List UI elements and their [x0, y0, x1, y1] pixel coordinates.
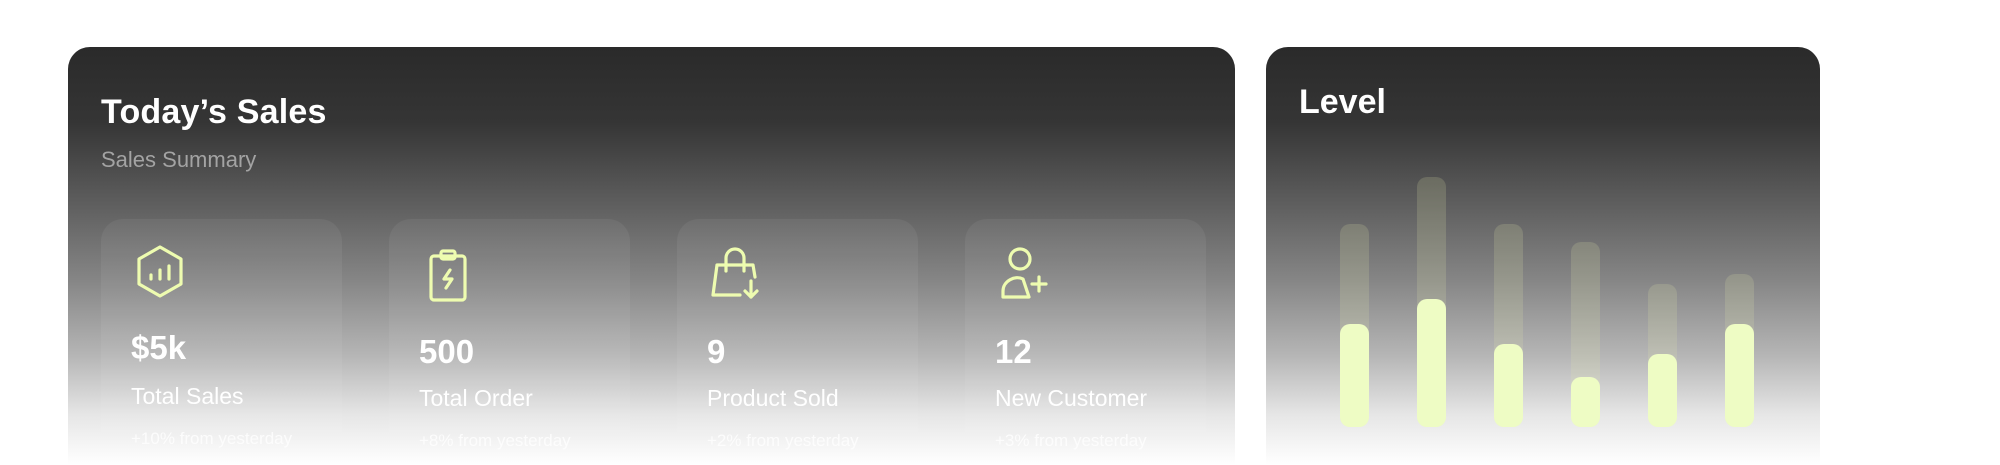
todays-sales-panel: Today’s Sales Sales Summary $5k Total Sa…: [68, 47, 1235, 465]
sales-subtitle: Sales Summary: [101, 147, 257, 172]
card-change: +8% from yesterday: [419, 431, 571, 450]
stat-card-new-customer[interactable]: 12 New Customer +3% from yesterday: [965, 219, 1206, 465]
level-bar[interactable]: [1340, 324, 1369, 427]
level-bar[interactable]: [1725, 324, 1754, 427]
shopping-bag-download-icon: [707, 245, 765, 303]
stat-card-total-order[interactable]: 500 Total Order +8% from yesterday: [389, 219, 630, 465]
level-panel: Level: [1266, 47, 1820, 465]
sales-title: Today’s Sales: [101, 93, 327, 131]
chart-hexagon-icon: [131, 243, 189, 301]
card-change: +10% from yesterday: [131, 429, 293, 448]
card-value: 12: [995, 333, 1032, 370]
card-label: Product Sold: [707, 385, 839, 411]
level-title: Level: [1299, 83, 1386, 121]
stat-card-total-sales[interactable]: $5k Total Sales +10% from yesterday: [101, 219, 342, 465]
card-value: $5k: [131, 329, 187, 366]
level-bar[interactable]: [1417, 299, 1446, 427]
card-label: New Customer: [995, 385, 1148, 411]
card-value: 500: [419, 333, 475, 370]
card-label: Total Order: [419, 385, 533, 411]
card-change: +3% from yesterday: [995, 431, 1147, 450]
card-label: Total Sales: [131, 383, 244, 409]
user-add-icon: [995, 245, 1053, 303]
clipboard-bolt-icon: [419, 247, 477, 305]
level-bar[interactable]: [1648, 354, 1677, 427]
level-bar-chart: [1340, 177, 1760, 465]
stat-card-product-sold[interactable]: 9 Product Sold +2% from yesterday: [677, 219, 918, 465]
card-value: 9: [707, 333, 726, 370]
level-bar[interactable]: [1494, 344, 1523, 427]
card-change: +2% from yesterday: [707, 431, 859, 450]
level-bar[interactable]: [1571, 377, 1600, 427]
